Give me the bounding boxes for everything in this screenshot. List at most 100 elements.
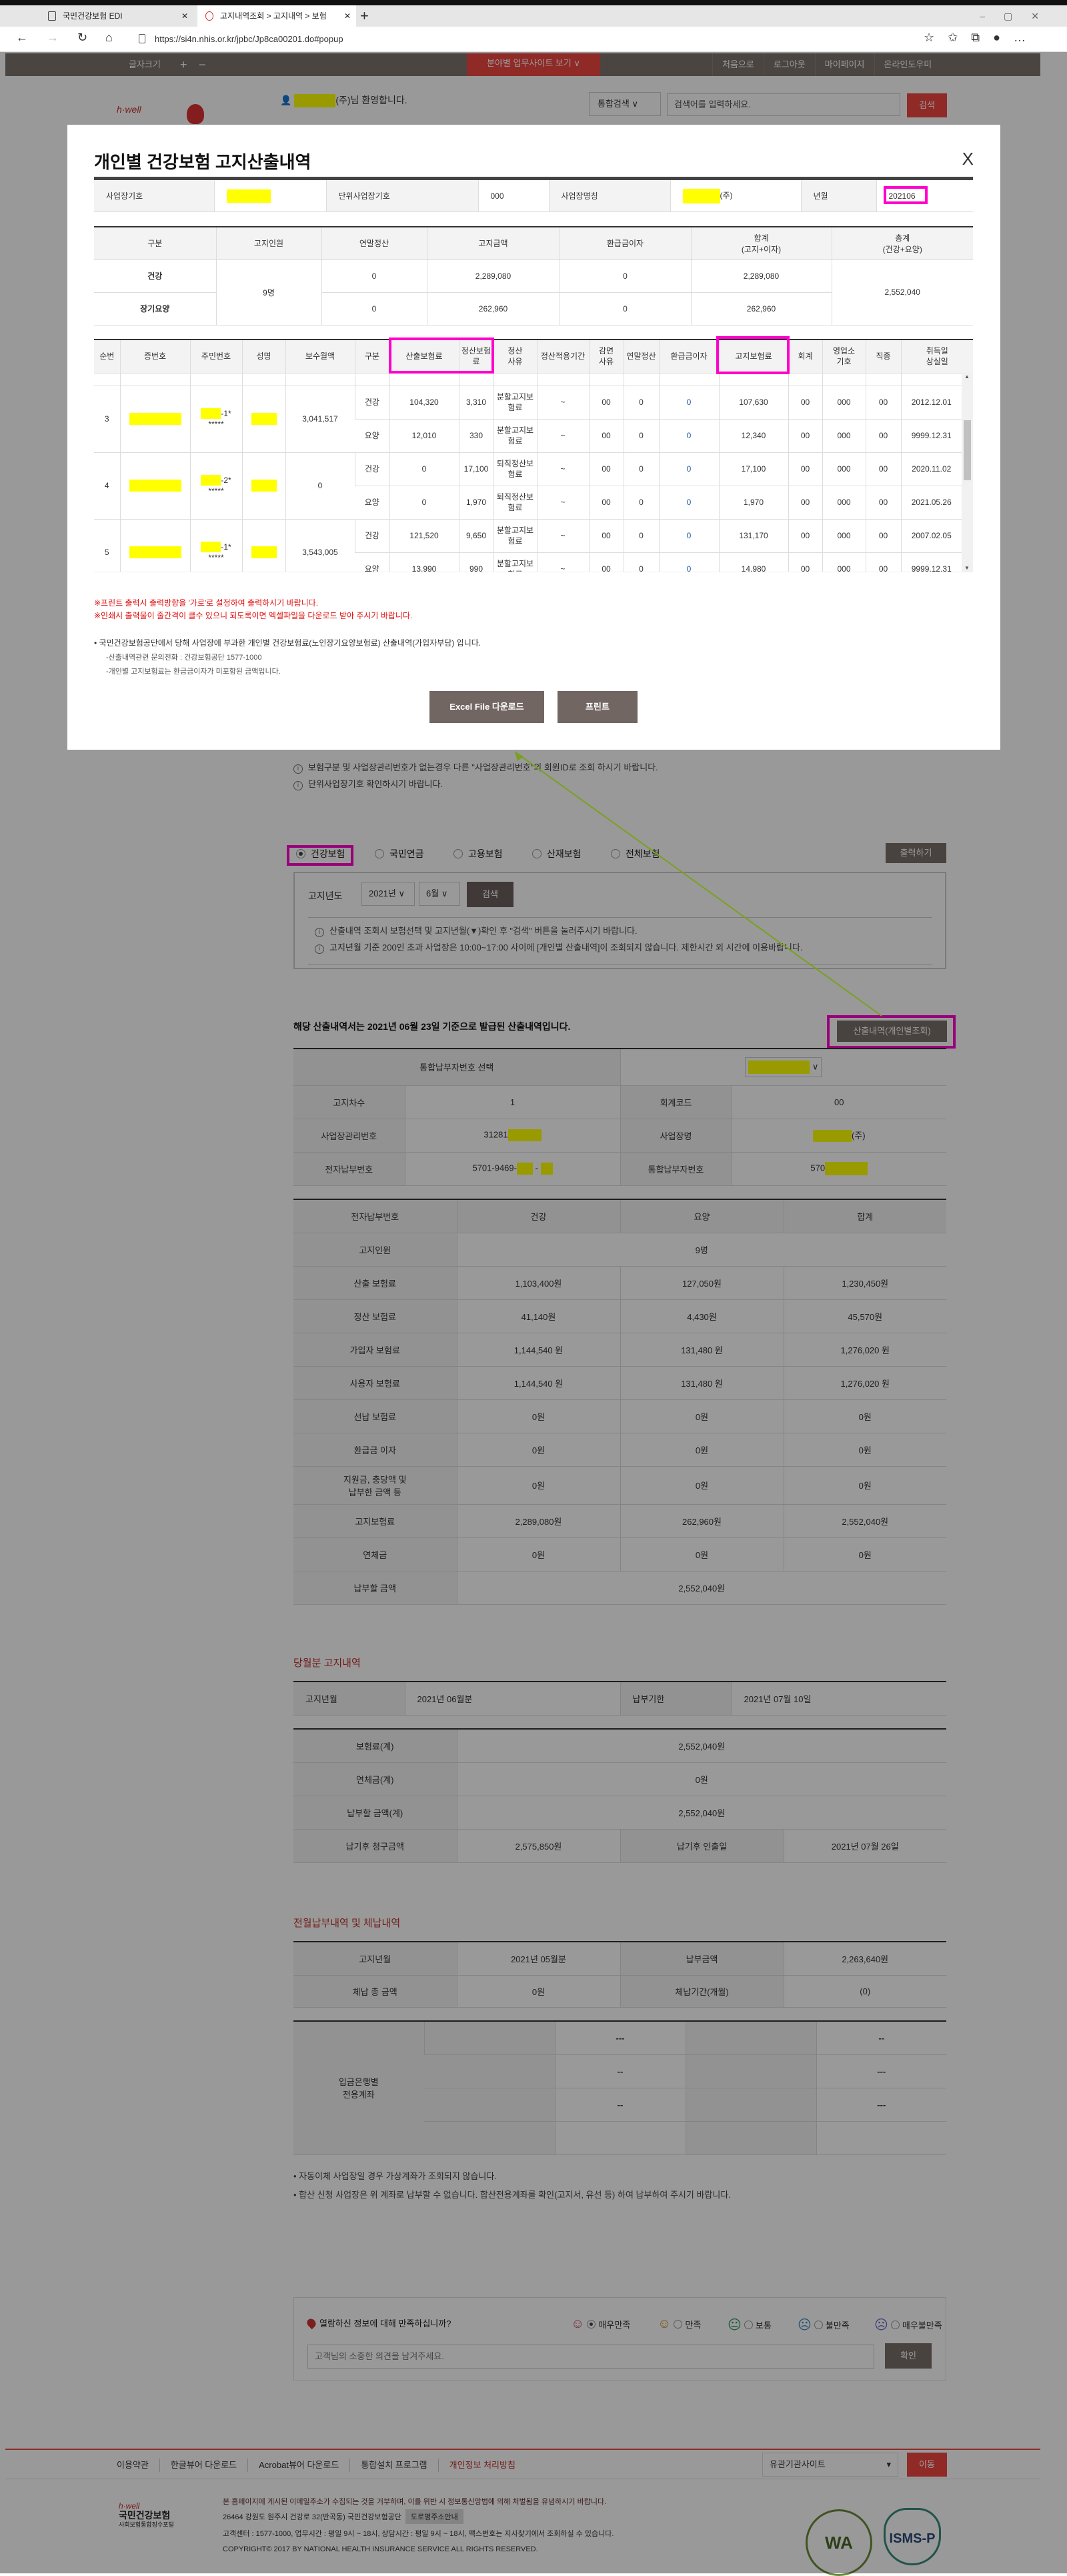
table-cell: 0 — [321, 259, 427, 293]
table-cell — [189, 372, 242, 386]
table-row: 4 -2* ***** 0 건강 0 17,100 퇴직정산보험료 ~00 0 0 17,100 00 0… — [94, 452, 962, 520]
column-header: 정산보험 료 — [458, 340, 493, 374]
detail-cell: 분할고지보험료 — [493, 386, 537, 420]
detail-cell: 0 — [658, 386, 719, 420]
table-cell — [900, 372, 962, 386]
lock-icon — [139, 34, 145, 43]
note-text: • 국민건강보험공단에서 당해 사업장에 부과한 개인별 건강보험료(노인장기요… — [94, 638, 481, 648]
resident-number: -1* ***** — [189, 519, 242, 572]
detail-cell: 건강 — [354, 519, 389, 553]
column-header: 합계 (고지+이자) — [690, 227, 832, 260]
detail-cell: 00 — [788, 419, 822, 453]
rrn-suffix: -1* — [221, 542, 231, 552]
column-header: 환급금이자 — [559, 227, 691, 260]
tab-title: 국민건강보험 EDI — [63, 11, 123, 21]
detail-cell: 14,980 — [718, 552, 788, 572]
scrollbar-thumb[interactable] — [964, 420, 971, 480]
detail-cell: ~ — [536, 552, 589, 572]
table-cell — [536, 372, 589, 386]
detail-cell: 00 — [588, 486, 624, 520]
column-header: 감면 사유 — [588, 340, 624, 374]
browser-tab[interactable]: 국민건강보험 EDI ✕ — [40, 5, 193, 27]
detail-cell: 2020.11.02 — [900, 452, 962, 486]
browser-toolbar-icons[interactable]: ☆✩⧉●… — [924, 31, 1039, 45]
rrn-mask: ***** — [208, 553, 224, 563]
detail-cell: 000 — [822, 452, 866, 486]
summary-table: 구분 고지인원 연말정산 고지금액 환급금이자 합계 (고지+이자) 총계 (건강+요양) 건… — [94, 226, 973, 326]
table-cell: 2,289,080 — [426, 259, 560, 293]
info-value-text: 202106 — [888, 191, 916, 201]
detail-cell: 0 — [658, 519, 719, 553]
workplace-info-table: 사업장기호 단위사업장기호 000 사업장명칭 (주) 년월 202106 — [94, 177, 973, 212]
cert-number — [119, 452, 190, 520]
detail-cell: 0 — [623, 519, 659, 553]
note-text: -산출내역관련 문의전화 : 건강보험공단 1577-1000 — [106, 654, 262, 662]
info-value: (주) — [670, 178, 801, 212]
scrollbar[interactable]: ▲ ▼ — [962, 372, 973, 572]
detail-cell: 건강 — [354, 386, 389, 420]
info-value: 000 — [477, 178, 549, 212]
forward-icon[interactable]: → — [47, 31, 59, 45]
column-header: 취득일 상실일 — [900, 340, 973, 374]
detail-cell: 000 — [822, 552, 866, 572]
column-header: 구분 — [354, 340, 389, 374]
table-cell — [822, 372, 866, 386]
refresh-icon[interactable]: ↻ — [77, 31, 87, 45]
row-number: 3 — [94, 386, 120, 453]
detail-scroll-area[interactable]: 3 -1* ***** 3,041,517 건강 104,320 3,310 분할고지보험료 ~… — [94, 372, 973, 572]
column-header: 총계 (건강+요양) — [831, 227, 973, 260]
detail-cell: 요양 — [355, 486, 389, 520]
rrn-mask: ***** — [208, 486, 224, 496]
close-icon[interactable]: X — [962, 149, 974, 169]
scroll-up-icon[interactable]: ▲ — [964, 374, 970, 380]
column-header: 직종 — [865, 340, 901, 374]
new-tab-icon[interactable]: + — [360, 5, 369, 27]
info-value-text: 000 — [490, 191, 504, 201]
table-cell — [718, 372, 788, 386]
detail-cell: 9999.12.31 — [900, 419, 962, 453]
close-tab-icon[interactable]: ✕ — [181, 5, 188, 27]
browser-tab-active[interactable]: 고지내역조회 > 고지내역 > 보험 ✕ — [197, 5, 356, 27]
table-row: 3 -1* ***** 3,041,517 건강 104,320 3,310 분할고지보험료 ~… — [94, 386, 962, 453]
detail-cell: 0 — [623, 452, 659, 486]
detail-cell: 0 — [623, 486, 659, 520]
column-header: 영업소 기호 — [822, 340, 866, 374]
table-cell: 0 — [559, 292, 691, 326]
detail-cell: 요양 — [355, 419, 389, 453]
detail-cell: 1,970 — [458, 486, 493, 520]
scroll-down-icon[interactable]: ▼ — [964, 565, 970, 571]
tab-title: 고지내역조회 > 고지내역 > 보험 — [220, 11, 327, 21]
table-row: 건강 9명 0 2,289,080 0 2,289,080 2,552,040 — [94, 259, 973, 326]
detail-cell: 00 — [865, 452, 901, 486]
info-label: 단위사업장기호 — [325, 178, 478, 212]
cert-number — [119, 386, 190, 453]
table-cell — [285, 372, 355, 386]
table-cell — [865, 372, 901, 386]
monthly-wage: 0 — [285, 452, 355, 520]
url-input[interactable]: https://si4n.nhis.or.kr/jpbc/Jp8ca00201.… — [131, 29, 944, 49]
close-tab-icon[interactable]: ✕ — [344, 5, 351, 27]
print-button[interactable]: 프린트 — [558, 691, 638, 723]
column-header: 정산적용기간 — [536, 340, 589, 374]
home-icon[interactable]: ⌂ — [105, 31, 113, 45]
detail-cell: 2012.12.01 — [900, 386, 962, 420]
detail-cell: 121,520 — [389, 519, 459, 553]
detail-cell: 13,990 — [389, 552, 459, 572]
excel-download-button[interactable]: Excel File 다운로드 — [429, 691, 544, 723]
detail-cell: 3,310 — [458, 386, 493, 420]
window-titlebar — [0, 0, 1067, 5]
detail-cell: 000 — [822, 386, 866, 420]
detail-cell: 2007.02.05 — [900, 519, 962, 553]
redaction — [251, 413, 277, 425]
window-controls[interactable]: –▢✕ — [980, 5, 1058, 27]
detail-cell: 건강 — [354, 452, 389, 486]
detail-cell: 104,320 — [389, 386, 459, 420]
detail-cell: 0 — [658, 486, 719, 520]
redaction — [129, 480, 181, 492]
column-header: 성명 — [241, 340, 285, 374]
info-value-text: (주) — [720, 190, 733, 200]
person-name — [241, 452, 285, 520]
back-icon[interactable]: ← — [16, 31, 28, 45]
url-text: https://si4n.nhis.or.kr/jpbc/Jp8ca00201.… — [155, 34, 343, 44]
detail-cell: 00 — [865, 386, 901, 420]
